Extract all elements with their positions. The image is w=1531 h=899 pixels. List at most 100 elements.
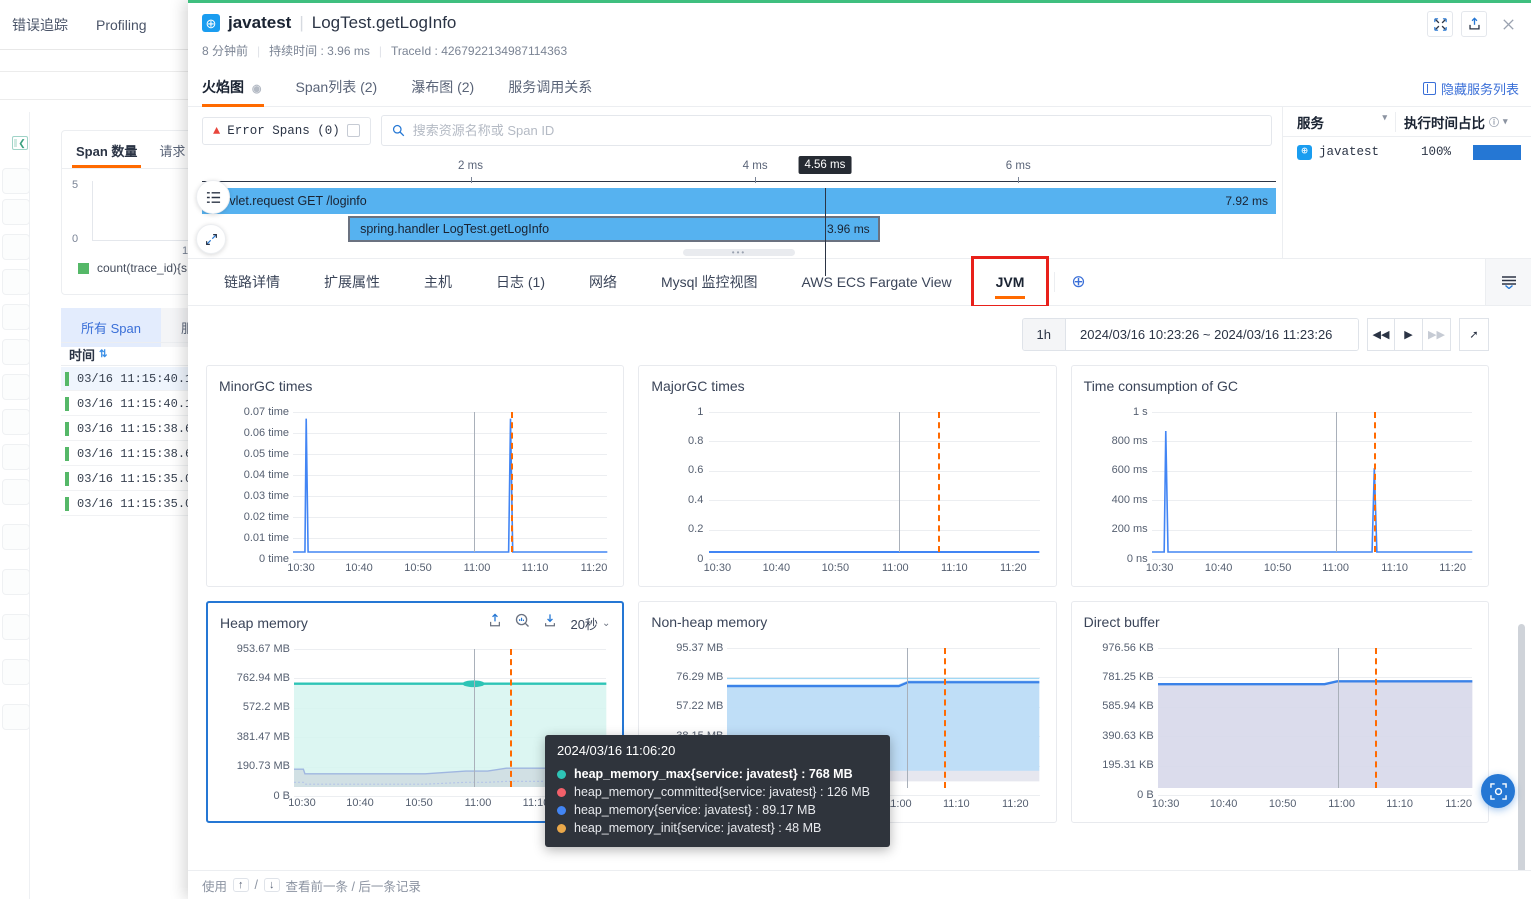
tab-aws-ecs-fargate-view[interactable]: AWS ECS Fargate View	[779, 259, 973, 305]
collapse-panel-icon[interactable]: ❮	[12, 136, 28, 150]
chart-card-minorgc-times: MinorGC times 0.07 time 0.06 time 0.05 t…	[206, 365, 625, 587]
x-tick: 10:50	[1263, 562, 1292, 574]
span-bar-child[interactable]: spring.handler LogTest.getLogInfo 3.96 m…	[348, 216, 880, 242]
list-item[interactable]	[2, 168, 30, 194]
list-item[interactable]	[2, 409, 30, 435]
time-range-value[interactable]: 2024/03/16 10:23:26 ~ 2024/03/16 11:23:2…	[1066, 319, 1358, 350]
span-duration: 3.96 ms	[827, 222, 870, 236]
y-tick: 572.2 MB	[242, 701, 290, 713]
service-name: javatest	[228, 13, 292, 32]
nav-item-profiling[interactable]: Profiling	[96, 17, 147, 33]
list-item[interactable]	[2, 524, 30, 550]
chart-plot: 1 0.8 0.6 0.4 0.2 0 10:30 10:40 10:50 11…	[651, 404, 1043, 578]
list-item[interactable]	[2, 199, 30, 225]
nav-item-error-tracking[interactable]: 错误追踪	[12, 15, 68, 35]
globe-icon: ⊕	[202, 14, 220, 32]
help-icon[interactable]: ◉	[252, 83, 262, 95]
time-range-picker[interactable]: 1h 2024/03/16 10:23:26 ~ 2024/03/16 11:2…	[1021, 318, 1359, 351]
tab-flame-graph[interactable]: 火焰图 ◉	[202, 69, 280, 107]
expand-icon[interactable]	[1427, 11, 1453, 37]
column-header-time-ratio[interactable]: 执行时间占比 ⓘ ▾	[1395, 111, 1531, 132]
time-preset[interactable]: 1h	[1022, 319, 1066, 350]
close-icon[interactable]	[1495, 11, 1521, 37]
list-item[interactable]	[2, 339, 30, 365]
interval-selector[interactable]: 20秒 ⌄	[570, 614, 610, 633]
span-bar-root[interactable]: servlet.request GET /loginfo 7.92 ms	[202, 188, 1276, 214]
search-input[interactable]	[412, 123, 1261, 138]
tab-extended-attributes[interactable]: 扩展属性	[302, 259, 402, 305]
status-bar	[65, 421, 69, 436]
chevron-down-icon[interactable]: ▾	[1382, 112, 1387, 132]
vertical-scrollbar[interactable]	[1518, 624, 1525, 870]
chart-card-direct-buffer: Direct buffer 976.56 KB 781.25 KB 585.94…	[1070, 601, 1489, 823]
collapse-all-button[interactable]	[196, 224, 226, 254]
tab-waterfall[interactable]: 瀑布图 (2)	[411, 69, 492, 106]
x-tick: 10:40	[1209, 798, 1238, 810]
chevron-down-icon[interactable]: ▾	[1503, 116, 1508, 127]
tab-host[interactable]: 主机	[402, 259, 474, 305]
x-tick: 11:10	[940, 562, 968, 574]
trace-meta: 8 分钟前 | 持续时间 : 3.96 ms | TraceId : 42679…	[202, 42, 1517, 59]
list-item[interactable]	[2, 444, 30, 470]
tab-mysql-monitor[interactable]: Mysql 监控视图	[639, 259, 779, 305]
tab-service-calls[interactable]: 服务调用关系	[508, 69, 610, 106]
list-item[interactable]	[2, 234, 30, 260]
y-tick: 0 time	[259, 553, 289, 565]
tab-span-list[interactable]: Span列表 (2)	[296, 69, 396, 106]
info-icon[interactable]: ⓘ	[1489, 114, 1499, 129]
detail-tabs: 链路详情 扩展属性 主机 日志 (1) 网络 Mysql 监控视图 AWS EC…	[188, 256, 1485, 308]
share-icon[interactable]	[1461, 11, 1487, 37]
status-bar	[65, 496, 69, 511]
sort-icon[interactable]: ⇅	[99, 349, 107, 360]
list-item[interactable]	[2, 704, 30, 730]
x-tick: 11:00	[1328, 798, 1356, 810]
tab-requests[interactable]: 请求	[159, 141, 185, 168]
status-bar	[65, 471, 69, 486]
span-list-toggle-button[interactable]	[196, 180, 230, 214]
flame-horizontal-scrollbar[interactable]: •••	[683, 248, 795, 257]
y-tick: 400 ms	[1111, 494, 1148, 506]
x-tick: 11:10	[942, 798, 970, 810]
list-item[interactable]	[2, 479, 30, 505]
tab-trace-detail[interactable]: 链路详情	[202, 259, 302, 305]
tab-network[interactable]: 网络	[567, 259, 639, 305]
tooltip-timestamp: 2024/03/16 11:06:20	[557, 743, 676, 758]
share-icon[interactable]	[488, 613, 502, 633]
tab-overflow-menu-icon[interactable]	[1485, 259, 1531, 305]
tab-logs[interactable]: 日志 (1)	[474, 259, 567, 305]
list-item[interactable]	[2, 659, 30, 685]
tab-jvm[interactable]: JVM	[970, 256, 1050, 308]
error-spans-checkbox[interactable]	[346, 124, 360, 137]
step-back-icon[interactable]: ◀◀	[1367, 318, 1395, 351]
y-tick: 0	[72, 233, 79, 245]
cursor-marker	[899, 412, 901, 552]
hide-service-list-button[interactable]: 隐藏服务列表	[1422, 79, 1519, 98]
cell-time: 03/16 11:15:35.04	[77, 496, 200, 511]
series-majorgc	[709, 412, 1039, 552]
table-row[interactable]: ⊕ javatest 100%	[1283, 137, 1531, 167]
zoom-query-icon[interactable]	[515, 613, 530, 633]
list-item[interactable]	[2, 614, 30, 640]
key-up[interactable]: ↑	[233, 878, 249, 892]
download-icon[interactable]	[543, 613, 557, 633]
column-header-service[interactable]: 服务 ▾	[1283, 112, 1395, 132]
cell-time: 03/16 11:15:40.11	[77, 396, 200, 411]
list-item[interactable]	[2, 269, 30, 295]
tab-span-count[interactable]: Span 数量	[71, 141, 142, 168]
column-label: 服务	[1297, 115, 1324, 131]
play-icon[interactable]: ▶	[1395, 318, 1423, 351]
axis-line	[202, 180, 1276, 182]
open-external-icon[interactable]: ➚	[1459, 318, 1489, 351]
key-down[interactable]: ↓	[264, 878, 280, 892]
add-tab-icon[interactable]: ⊕	[1054, 272, 1101, 292]
series-minorgc	[293, 412, 607, 552]
step-forward-icon[interactable]: ▶▶	[1423, 318, 1451, 351]
list-item[interactable]	[2, 569, 30, 595]
x-tick: 11:20	[999, 562, 1027, 574]
list-item[interactable]	[2, 304, 30, 330]
error-spans-filter[interactable]: ▲ Error Spans (0)	[202, 116, 371, 145]
span-search-box[interactable]	[380, 115, 1272, 146]
list-item[interactable]	[2, 374, 30, 400]
screenshot-icon[interactable]	[1481, 774, 1515, 808]
y-tick: 0.4	[688, 494, 704, 506]
